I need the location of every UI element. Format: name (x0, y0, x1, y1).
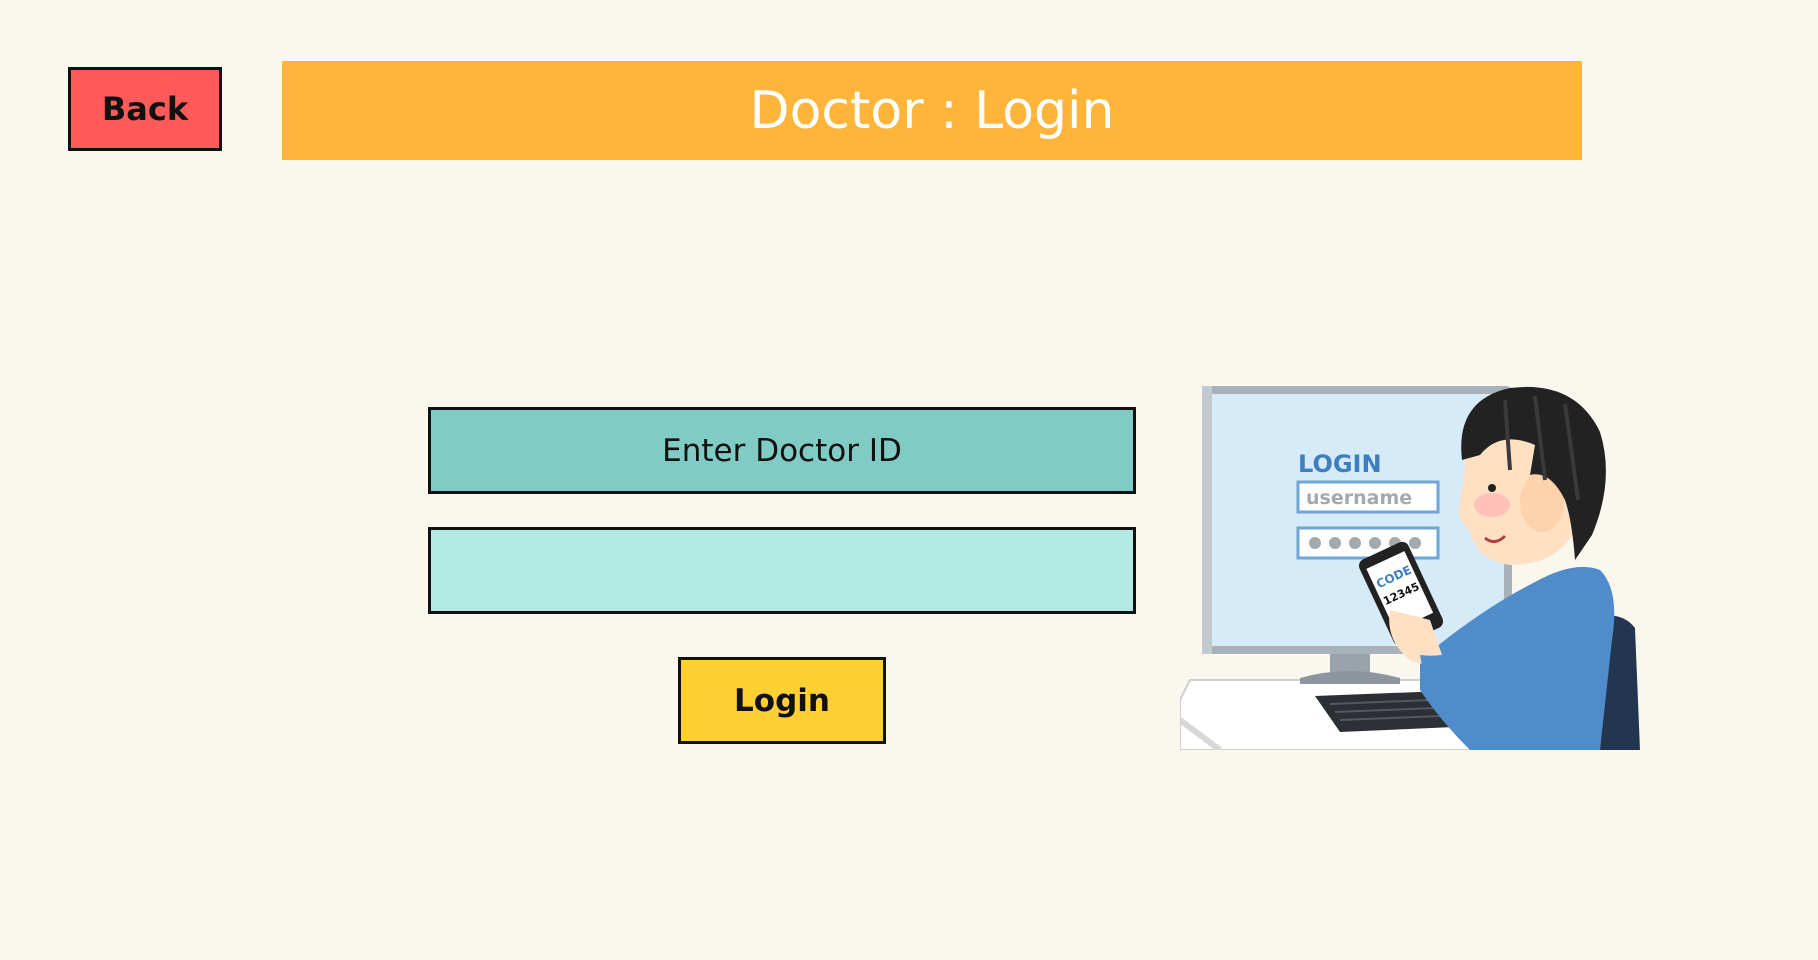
back-button[interactable]: Back (68, 67, 222, 151)
doctor-id-input[interactable] (428, 527, 1136, 614)
page-title: Doctor : Login (282, 61, 1582, 160)
login-button[interactable]: Login (678, 657, 886, 744)
illustration-username-field: username (1306, 487, 1412, 509)
illustration-login-heading: LOGIN (1298, 450, 1382, 478)
login-illustration: LOGIN username CODE 12345 (1180, 386, 1640, 750)
doctor-id-label: Enter Doctor ID (428, 407, 1136, 494)
doctor-login-screen: Back Doctor : Login Enter Doctor ID Logi… (0, 0, 1818, 960)
